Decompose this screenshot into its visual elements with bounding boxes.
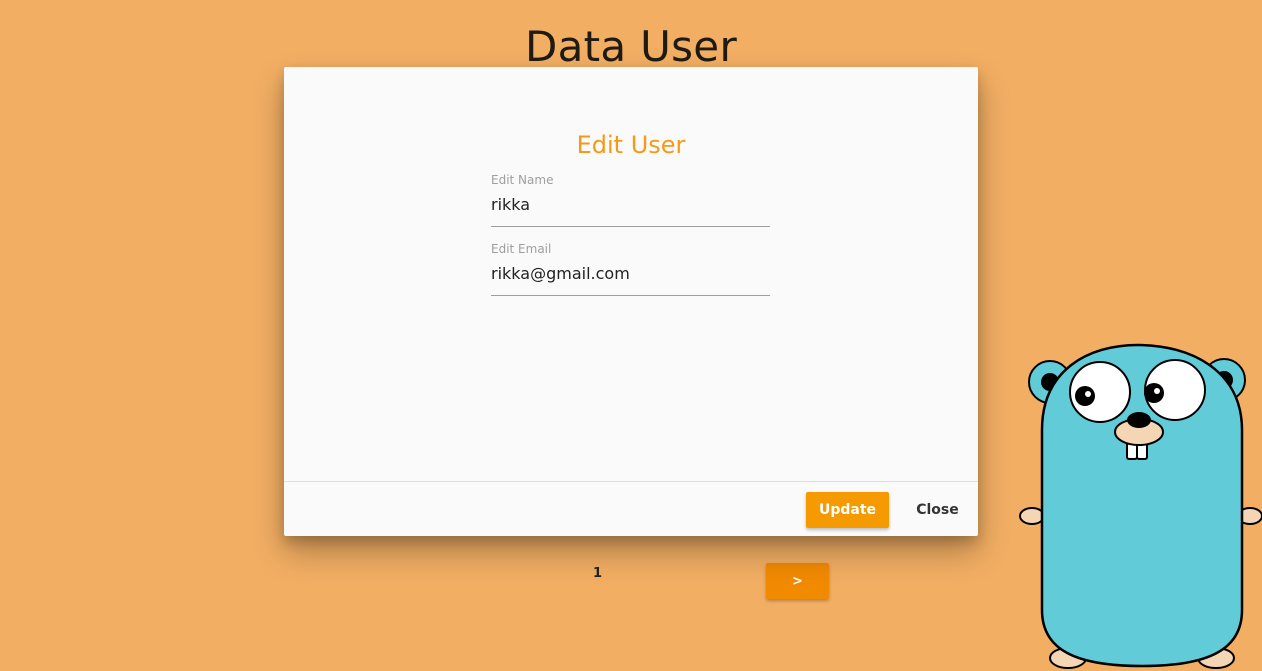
page-title: Data User <box>524 22 738 71</box>
email-field-label: Edit Email <box>491 242 552 256</box>
gopher-icon <box>1019 343 1262 669</box>
name-input[interactable] <box>491 187 770 227</box>
name-field-label: Edit Name <box>491 173 554 187</box>
dialog-title: Edit User <box>576 131 686 159</box>
email-input[interactable] <box>491 256 770 296</box>
dialog-footer: Update Close <box>284 481 978 537</box>
email-field: Edit Email <box>491 242 770 296</box>
page: Data User 1 > Edit User Edit Name rikka … <box>0 0 1262 671</box>
next-page-button[interactable]: > <box>766 563 829 599</box>
close-button[interactable]: Close <box>904 492 971 528</box>
update-button[interactable]: Update <box>806 492 889 528</box>
name-field: Edit Name <box>491 173 770 227</box>
edit-user-dialog: Edit User Edit Name Edit Email Update Cl… <box>284 67 978 536</box>
pagination-current-page[interactable]: 1 <box>593 566 602 581</box>
